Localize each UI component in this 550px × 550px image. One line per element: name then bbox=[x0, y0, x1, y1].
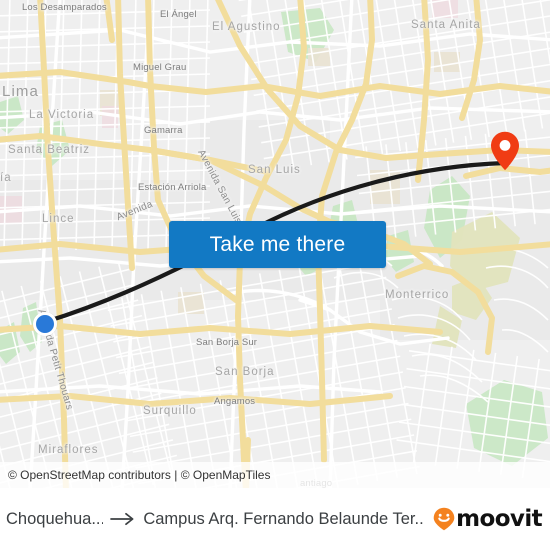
arrow-right-icon bbox=[110, 512, 136, 526]
trip-origin-label: Choquehua... bbox=[6, 509, 104, 528]
moovit-wordmark: moovit bbox=[456, 505, 542, 532]
take-me-there-button[interactable]: Take me there bbox=[169, 221, 386, 268]
destination-marker-pin[interactable] bbox=[490, 131, 520, 171]
map-attribution-bar: © OpenStreetMap contributors | © OpenMap… bbox=[0, 462, 550, 488]
trip-summary: Choquehua... Campus Arq. Fernando Belaun… bbox=[6, 510, 423, 529]
moovit-logo[interactable]: moovit bbox=[433, 505, 543, 532]
origin-marker[interactable] bbox=[33, 312, 57, 336]
moovit-pin-icon bbox=[433, 507, 455, 531]
trip-footer-bar: Choquehua... Campus Arq. Fernando Belaun… bbox=[0, 488, 550, 550]
map-attribution-text[interactable]: © OpenStreetMap contributors | © OpenMap… bbox=[8, 468, 270, 482]
map-pin-icon bbox=[491, 131, 519, 171]
moovit-trip-map-screen: Los Desamparados El Ángel El Agustino Sa… bbox=[0, 0, 550, 550]
trip-destination-label: Campus Arq. Fernando Belaunde Ter... bbox=[143, 509, 424, 528]
map-canvas[interactable]: Los Desamparados El Ángel El Agustino Sa… bbox=[0, 0, 550, 488]
